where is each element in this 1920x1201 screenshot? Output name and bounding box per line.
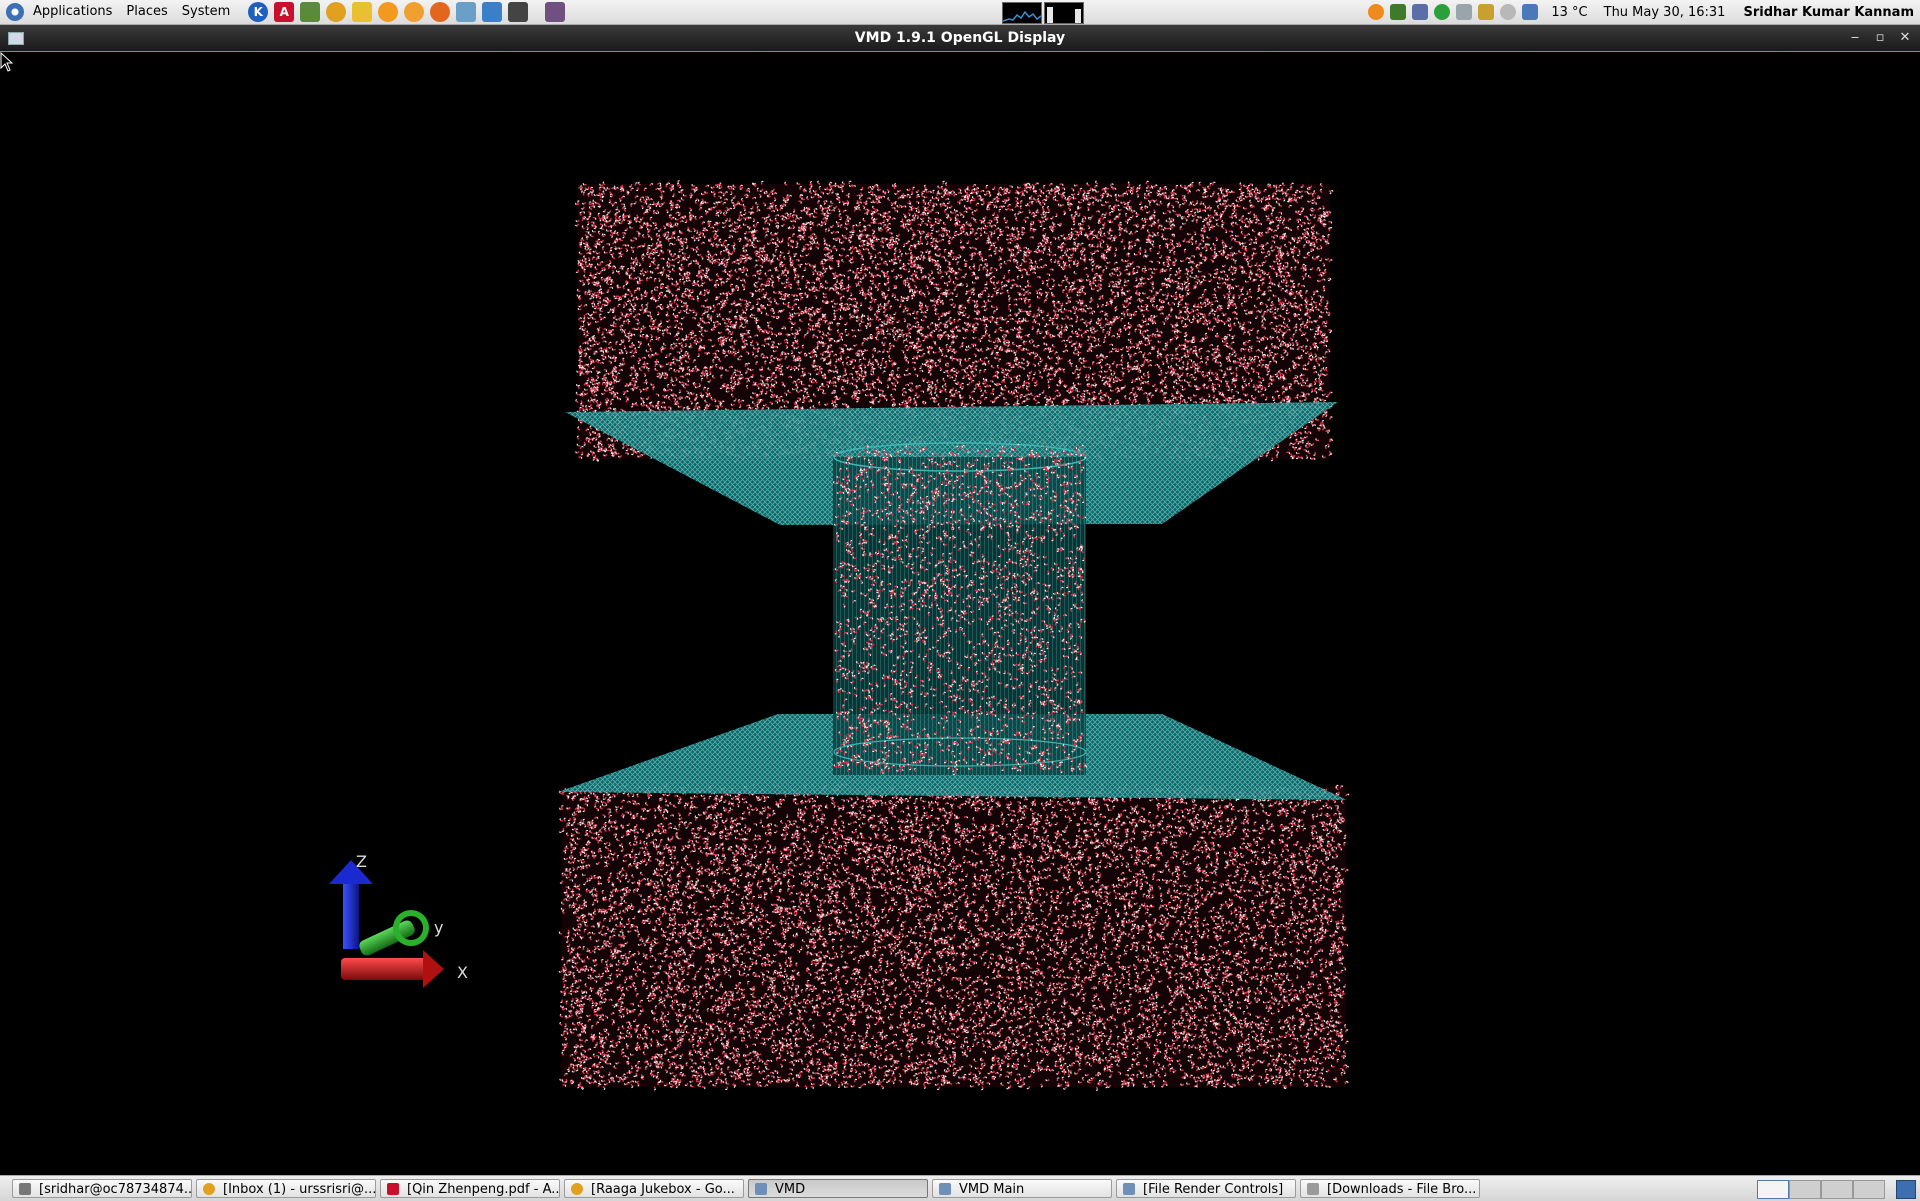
chrome-icon[interactable]: [326, 2, 347, 22]
opengl-display[interactable]: Z y X: [0, 52, 1920, 1173]
display-icon[interactable]: [1478, 4, 1495, 20]
launcher-bar: KA: [245, 2, 568, 22]
taskbar-button[interactable]: VMD: [748, 1179, 928, 1198]
clock[interactable]: Thu May 30, 16:31: [1604, 5, 1726, 20]
axes-indicator: [329, 860, 444, 988]
show-desktop-icon[interactable]: [1896, 1180, 1916, 1199]
taskbar-button-label: [Raaga Jukebox - Go...: [591, 1182, 735, 1197]
window-icon: [755, 1183, 767, 1195]
workspace-1[interactable]: [1757, 1180, 1789, 1199]
k-icon[interactable]: K: [248, 2, 269, 22]
window-title-bar[interactable]: VMD 1.9.1 OpenGL Display ‒ ▫ ✕: [0, 25, 1920, 52]
taskbar-button[interactable]: [Qin Zhenpeng.pdf - A...: [380, 1179, 560, 1198]
tools-icon[interactable]: [1412, 4, 1429, 20]
maximize-icon[interactable]: ▫: [1871, 29, 1889, 47]
taskbar-button[interactable]: VMD Main: [932, 1179, 1112, 1198]
taskbar-button-label: [Downloads - File Bro...: [1327, 1182, 1477, 1197]
axis-label-y: y: [434, 918, 444, 937]
axis-label-z: Z: [356, 852, 367, 871]
text-editor-icon[interactable]: [352, 2, 373, 22]
firefox-icon[interactable]: [430, 2, 451, 22]
taskbar-button[interactable]: [Inbox (1) - urssrisri@...: [196, 1179, 376, 1198]
system-tray: 13 °C Thu May 30, 16:31 Sridhar Kumar Ka…: [1365, 0, 1920, 24]
taskbar-button[interactable]: [Downloads - File Bro...: [1300, 1179, 1480, 1198]
graph-plot-icon[interactable]: [545, 2, 566, 22]
window-title: VMD 1.9.1 OpenGL Display: [854, 30, 1066, 46]
water-box-lower[interactable]: [558, 783, 1350, 1091]
terminal-icon[interactable]: [508, 2, 529, 22]
workspace-2[interactable]: [1789, 1180, 1821, 1199]
taskbar-button-label: [Inbox (1) - urssrisri@...: [223, 1182, 376, 1197]
taskbar-button[interactable]: [Raaga Jukebox - Go...: [564, 1179, 744, 1198]
terminal-icon: [19, 1183, 31, 1195]
check-icon[interactable]: [1434, 4, 1451, 20]
close-icon[interactable]: ✕: [1896, 29, 1914, 47]
axis-label-x: X: [457, 963, 468, 982]
volume-icon[interactable]: [1500, 4, 1517, 20]
taskbar-button-label: [sridhar@oc78734874...: [39, 1182, 192, 1197]
menu-applications[interactable]: Applications: [26, 0, 119, 24]
cpu-monitor-graph[interactable]: [1002, 2, 1042, 24]
chat-icon[interactable]: [404, 2, 425, 22]
mouse-pointer-icon: [0, 52, 14, 72]
taskbar-button[interactable]: [File Render Controls]: [1116, 1179, 1296, 1198]
pdf-reader-icon: [387, 1183, 399, 1195]
memory-monitor-graph[interactable]: [1044, 2, 1084, 24]
taskbar-button-label: VMD Main: [959, 1182, 1025, 1197]
workspace-4[interactable]: [1853, 1180, 1885, 1199]
menu-places[interactable]: Places: [119, 0, 174, 24]
taskbar-button-label: [Qin Zhenpeng.pdf - A...: [407, 1182, 560, 1197]
media-player-icon[interactable]: [378, 2, 399, 22]
chrome-icon: [203, 1183, 215, 1195]
monitor-icon[interactable]: [1390, 4, 1407, 20]
folder-icon: [1307, 1183, 1319, 1195]
taskbar-button[interactable]: [sridhar@oc78734874...: [12, 1179, 192, 1198]
printer-icon[interactable]: [1456, 4, 1473, 20]
molecule-scene[interactable]: [0, 52, 1920, 1173]
network-icon[interactable]: [1522, 4, 1539, 20]
user-name[interactable]: Sridhar Kumar Kannam: [1743, 5, 1914, 20]
spreadsheet-icon[interactable]: [482, 2, 503, 22]
weather-label[interactable]: 13 °C: [1551, 5, 1587, 20]
system-monitor-icon[interactable]: [300, 2, 321, 22]
window-icon: [939, 1183, 951, 1195]
chrome-icon: [571, 1183, 583, 1195]
taskbar-button-label: VMD: [775, 1182, 806, 1197]
bottom-taskbar: [sridhar@oc78734874... [Inbox (1) - urssr…: [0, 1175, 1920, 1201]
menu-system[interactable]: System: [175, 0, 237, 24]
pdf-reader-icon[interactable]: A: [274, 2, 295, 22]
minimize-icon[interactable]: ‒: [1846, 29, 1864, 47]
workspace-3[interactable]: [1821, 1180, 1853, 1199]
top-panel: Applications Places System KA 13 °C Thu …: [0, 0, 1920, 25]
gnome-foot-icon[interactable]: [6, 3, 24, 21]
image-viewer-icon[interactable]: [456, 2, 477, 22]
taskbar-button-label: [File Render Controls]: [1143, 1182, 1284, 1197]
update-icon[interactable]: [1368, 4, 1385, 20]
window-icon: [1123, 1183, 1135, 1195]
